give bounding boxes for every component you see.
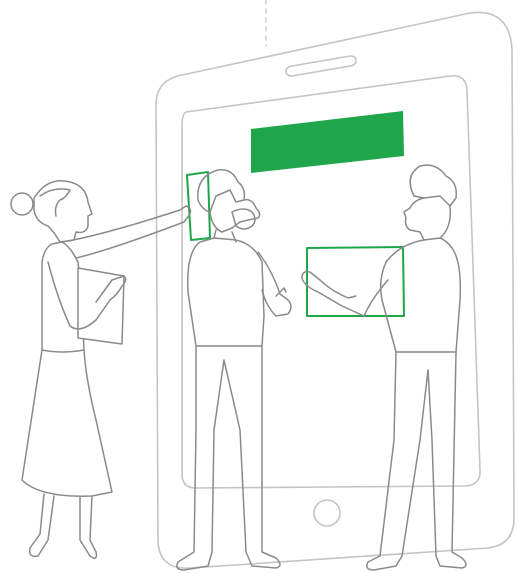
- bearded-man-torso: [187, 237, 265, 347]
- right-man-face: [403, 197, 452, 241]
- woman-hair-bun: [10, 192, 34, 216]
- tablet-speaker-slot: [285, 55, 357, 77]
- collaboration-illustration: [0, 0, 518, 573]
- right-man-arm: [301, 270, 389, 317]
- woman-legs: [28, 493, 98, 559]
- tablet-home-button: [313, 499, 341, 527]
- green-card-frame-small: [186, 171, 211, 241]
- woman-figure: [10, 180, 192, 559]
- right-man-torso: [379, 237, 462, 353]
- woman-waist: [41, 349, 85, 353]
- woman-head: [33, 180, 93, 243]
- bearded-man-hair: [197, 169, 246, 213]
- right-man-legs: [366, 351, 467, 571]
- green-banner-block: [251, 111, 404, 173]
- woman-hair-line: [39, 188, 71, 217]
- woman-notebook: [77, 267, 125, 345]
- bearded-man-legs: [176, 345, 281, 571]
- bearded-man-head: [209, 198, 261, 233]
- bearded-man-figure: [176, 169, 292, 571]
- right-man-figure: [301, 164, 467, 571]
- illustration-svg: [10, 0, 515, 571]
